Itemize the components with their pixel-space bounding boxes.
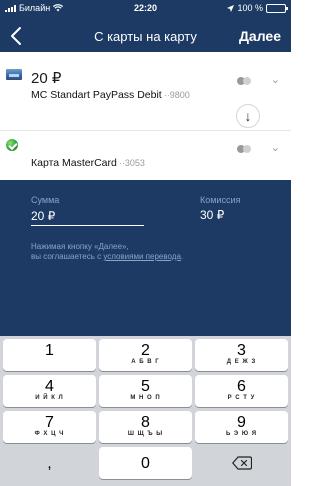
note-line-2: вы соглашаетесь с <box>31 252 104 261</box>
key-7[interactable]: 7Ф Х Ц Ч <box>3 411 96 443</box>
key-5[interactable]: 5М Н О П <box>99 375 192 407</box>
key-2[interactable]: 2А Б В Г <box>99 339 192 371</box>
backspace-icon <box>232 456 252 470</box>
key-letters: Р С Т У <box>227 395 256 401</box>
fee-label: Комиссия <box>200 195 241 205</box>
from-card-name: MC Standart PayPass Debit ··9800 <box>31 89 190 101</box>
battery-percent: 100 % <box>237 3 263 13</box>
key-letters: Ш Щ Ъ Ы <box>127 431 164 437</box>
status-right: 100 % <box>227 3 288 13</box>
key-digit: 1 <box>45 342 54 359</box>
swap-cards-button[interactable]: ↓ <box>236 104 260 128</box>
key-3[interactable]: 3Д Е Ж З <box>195 339 288 371</box>
key-1[interactable]: 1 <box>3 339 96 371</box>
numeric-keyboard: 1 2А Б В Г 3Д Е Ж З 4И Й К Л 5М Н О П 6Р… <box>0 336 291 486</box>
key-4[interactable]: 4И Й К Л <box>3 375 96 407</box>
key-digit: 7 <box>45 414 54 431</box>
key-digit: 5 <box>141 378 150 395</box>
to-card-row[interactable]: Карта MasterCard ··3053 ⌄ <box>0 130 291 180</box>
terms-link[interactable]: условиями перевода <box>103 252 181 261</box>
key-delete[interactable] <box>195 447 288 479</box>
key-digit: 3 <box>237 342 246 359</box>
key-6[interactable]: 6Р С Т У <box>195 375 288 407</box>
key-letters: Ф Х Ц Ч <box>34 431 65 437</box>
agreement-note: Нажимая кнопку «Далее», вы соглашаетесь … <box>31 242 251 262</box>
next-button[interactable]: Далее <box>239 28 281 44</box>
key-digit: 2 <box>141 342 150 359</box>
key-digit: , <box>47 455 52 472</box>
to-card-mask: ··3053 <box>118 158 145 168</box>
key-comma[interactable]: , <box>3 447 96 479</box>
location-arrow-icon <box>227 4 235 12</box>
key-0[interactable]: 0 <box>99 447 192 479</box>
status-bar: Билайн 22:20 100 % <box>0 0 291 16</box>
card-toggle-icon[interactable] <box>237 76 257 86</box>
key-digit: 0 <box>141 455 150 472</box>
key-digit: 4 <box>45 378 54 395</box>
bank-logo-icon <box>6 139 18 151</box>
header: Билайн 22:20 100 % С карты на карту Дале… <box>0 0 291 52</box>
key-letters: Д Е Ж З <box>226 359 257 365</box>
to-card-title: Карта MasterCard <box>31 157 117 169</box>
from-card-amount: 20 ₽ <box>31 70 62 87</box>
from-card-mask: ··9800 <box>163 90 190 100</box>
key-digit: 8 <box>141 414 150 431</box>
chevron-down-icon[interactable]: ⌄ <box>271 73 280 86</box>
note-line-1: Нажимая кнопку «Далее», <box>31 242 129 251</box>
note-end: . <box>180 252 184 261</box>
card-logo-icon <box>6 69 22 80</box>
sum-input[interactable] <box>31 206 144 226</box>
nav-bar: С карты на карту Далее <box>0 22 291 52</box>
key-letters: А Б В Г <box>131 359 160 365</box>
card-toggle-icon[interactable] <box>237 144 257 154</box>
key-letters: И Й К Л <box>35 395 64 401</box>
fee-value: 30 ₽ <box>200 208 225 222</box>
key-letters: Ь Э Ю Я <box>225 431 258 437</box>
key-8[interactable]: 8Ш Щ Ъ Ы <box>99 411 192 443</box>
key-digit: 9 <box>237 414 246 431</box>
transfer-form: Сумма Комиссия 30 ₽ Нажимая кнопку «Дале… <box>0 180 291 336</box>
battery-icon <box>266 3 288 13</box>
chevron-down-icon[interactable]: ⌄ <box>271 141 280 154</box>
key-letters: М Н О П <box>130 395 161 401</box>
sum-label: Сумма <box>31 195 60 205</box>
to-card-name: Карта MasterCard ··3053 <box>31 157 145 169</box>
from-card-title: MC Standart PayPass Debit <box>31 89 162 101</box>
key-digit: 6 <box>237 378 246 395</box>
key-9[interactable]: 9Ь Э Ю Я <box>195 411 288 443</box>
